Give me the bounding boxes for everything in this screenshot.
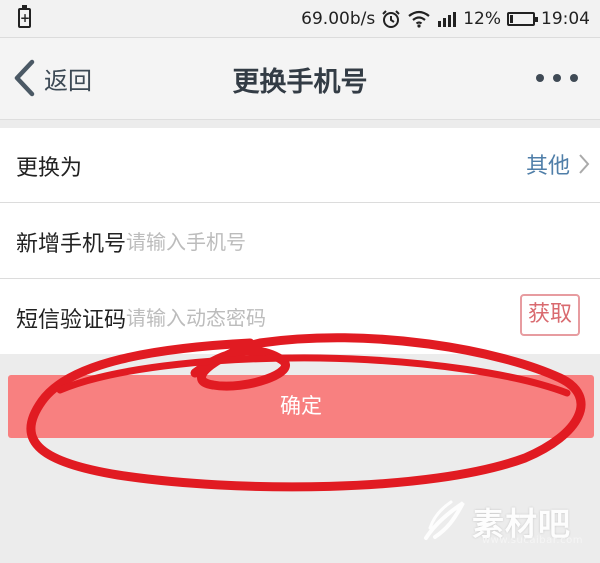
status-indicators: 69.00b/s 12% 19:04 <box>301 0 590 38</box>
sms-code-label: 短信验证码 <box>16 308 127 333</box>
sms-code-input[interactable] <box>124 296 428 340</box>
sucaibar-logo-icon <box>424 500 465 540</box>
clock-time: 19:04 <box>541 9 590 29</box>
battery-percent: 12% <box>463 9 501 29</box>
confirm-button[interactable]: 确定 <box>8 375 594 438</box>
page-title: 更换手机号 <box>232 67 368 98</box>
battery-charging-icon: + <box>18 5 31 28</box>
new-phone-label: 新增手机号 <box>16 232 127 257</box>
sms-code-row: 短信验证码 获取 <box>0 280 600 355</box>
other-option-label: 其他 <box>525 154 570 179</box>
status-bar: + 69.00b/s 12% 19:04 <box>0 0 600 38</box>
navigation-bar: 返回 更换手机号 <box>0 38 600 120</box>
battery-icon <box>507 12 538 26</box>
chevron-right-icon <box>579 154 590 174</box>
wifi-icon <box>408 10 430 28</box>
watermark-url: www.sucaibar.com <box>482 535 583 546</box>
signal-icon <box>438 12 457 27</box>
network-speed: 69.00b/s <box>301 9 376 29</box>
change-to-row[interactable]: 更换为 其他 <box>0 128 600 203</box>
phone-number-input[interactable] <box>124 220 428 264</box>
new-phone-row: 新增手机号 <box>0 204 600 279</box>
watermark: 素材吧 www.sucaibar.com <box>420 496 595 551</box>
get-code-button[interactable]: 获取 <box>520 294 580 336</box>
other-option[interactable]: 其他 <box>526 148 590 180</box>
more-dots-icon[interactable] <box>536 71 578 85</box>
phone-change-form: 更换为 其他 新增手机号 短信验证码 获取 <box>0 128 600 354</box>
change-to-label: 更换为 <box>16 156 83 181</box>
alarm-clock-icon <box>382 10 400 28</box>
